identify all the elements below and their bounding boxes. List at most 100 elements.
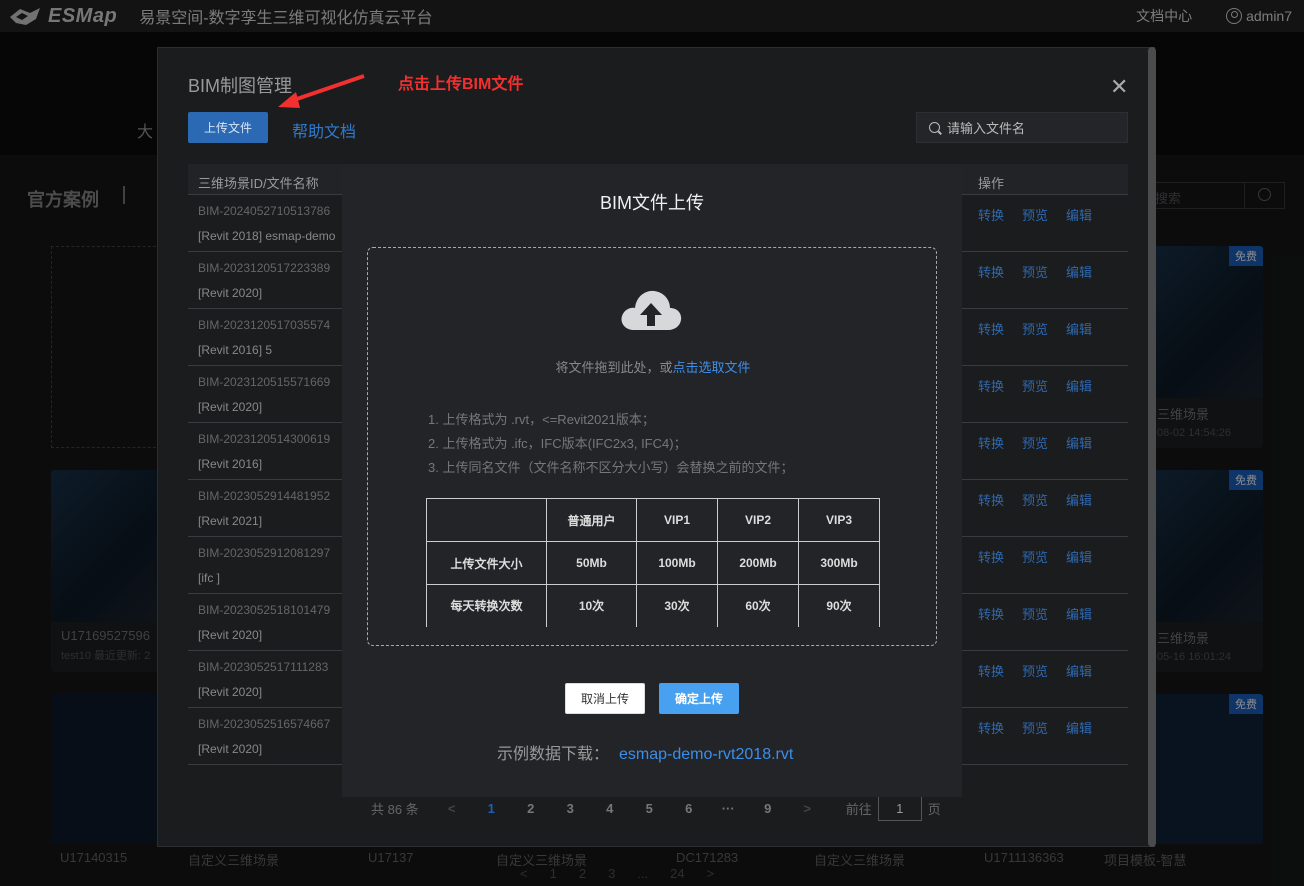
page-button[interactable]: 3 [555,797,585,819]
close-icon[interactable]: ✕ [1110,74,1128,100]
row-id: BIM-2023120515571669 [198,375,331,389]
convert-link[interactable]: 转换 [978,376,1004,395]
quota-table: 普通用户 VIP1 VIP2 VIP3 上传文件大小 50Mb 100Mb 20… [426,498,880,627]
row-ops: 转换 预览 编辑 [978,604,1092,623]
edit-link[interactable]: 编辑 [1066,547,1092,566]
row-id: BIM-2023052912081297 [198,546,331,560]
row-name: [Revit 2020] [198,286,263,300]
quota-row: 每天转换次数 10次 30次 60次 90次 [426,584,880,627]
upload-dialog-title: BIM文件上传 [599,193,704,213]
bim-upload-dialog: BIM文件上传 将文件拖到此处，或点击选取文件 1. 上传格式为 .rvt，<=… [342,167,962,797]
quota-cell [426,498,547,542]
goto-page-input[interactable]: 1 [877,795,922,821]
page-button[interactable]: 6 [674,797,704,819]
edit-link[interactable]: 编辑 [1066,718,1092,737]
preview-link[interactable]: 预览 [1022,661,1048,680]
page-button[interactable]: 4 [595,797,625,819]
row-ops: 转换 预览 编辑 [978,205,1092,224]
cancel-upload-button[interactable]: 取消上传 [565,683,645,714]
convert-link[interactable]: 转换 [978,433,1004,452]
row-id: BIM-2023120517223389 [198,261,331,275]
preview-link[interactable]: 预览 [1022,718,1048,737]
total-count: 共 86 条 [371,801,419,817]
row-ops: 转换 预览 编辑 [978,661,1092,680]
file-search-input[interactable]: 请输入文件名 [916,112,1128,143]
row-ops: 转换 预览 编辑 [978,433,1092,452]
quota-cell: 60次 [717,584,799,627]
preview-link[interactable]: 预览 [1022,604,1048,623]
convert-link[interactable]: 转换 [978,262,1004,281]
row-id: BIM-2023052516574667 [198,717,331,731]
page-button[interactable]: 5 [634,797,664,819]
quota-header-row: 普通用户 VIP1 VIP2 VIP3 [426,498,880,542]
drop-hint: 将文件拖到此处，或 [555,360,673,375]
upload-file-button[interactable]: 上传文件 [188,112,268,143]
row-id: BIM-2023052914481952 [198,489,331,503]
edit-link[interactable]: 编辑 [1066,490,1092,509]
edit-link[interactable]: 编辑 [1066,376,1092,395]
dialog-scrollbar[interactable] [1148,47,1156,847]
upload-rule: 3. 上传同名文件（文件名称不区分大小写）会替换之前的文件； [428,460,794,475]
pagination: 共 86 条 < 1 2 3 4 5 6 ··· 9 > 前往 1 页 [371,795,941,821]
quota-cell: 200Mb [717,541,799,585]
convert-link[interactable]: 转换 [978,490,1004,509]
edit-link[interactable]: 编辑 [1066,661,1092,680]
quota-cell: 普通用户 [546,498,637,542]
row-name: [Revit 2021] [198,514,263,528]
row-id: BIM-2023052518101479 [198,603,331,617]
row-name: [Revit 2020] [198,685,263,699]
pick-file-link[interactable]: 点击选取文件 [673,360,751,375]
help-docs-link[interactable]: 帮助文档 [292,118,356,142]
convert-link[interactable]: 转换 [978,547,1004,566]
page-button[interactable]: 2 [516,797,546,819]
row-name: [ifc ] [198,571,221,585]
row-name: [Revit 2020] [198,628,263,642]
preview-link[interactable]: 预览 [1022,490,1048,509]
convert-link[interactable]: 转换 [978,205,1004,224]
preview-link[interactable]: 预览 [1022,262,1048,281]
quota-cell: 每天转换次数 [426,584,547,627]
next-page-button[interactable]: > [792,797,822,819]
edit-link[interactable]: 编辑 [1066,205,1092,224]
convert-link[interactable]: 转换 [978,718,1004,737]
quota-row: 上传文件大小 50Mb 100Mb 200Mb 300Mb [426,541,880,585]
prev-page-button[interactable]: < [437,797,467,819]
convert-link[interactable]: 转换 [978,661,1004,680]
quota-cell: VIP1 [636,498,718,542]
sample-file-link[interactable]: esmap-demo-rvt2018.rvt [619,746,793,763]
preview-link[interactable]: 预览 [1022,547,1048,566]
quota-cell: 90次 [798,584,880,627]
quota-cell: 300Mb [798,541,880,585]
confirm-upload-button[interactable]: 确定上传 [659,683,739,714]
edit-link[interactable]: 编辑 [1066,433,1092,452]
goto-suffix: 页 [927,801,941,817]
page-button[interactable]: 1 [476,797,506,819]
row-name: [Revit 2020] [198,400,263,414]
convert-link[interactable]: 转换 [978,604,1004,623]
convert-link[interactable]: 转换 [978,319,1004,338]
annotation-note: 点击上传BIM文件 [398,76,524,93]
cloud-upload-icon [621,290,682,330]
row-id: BIM-2023052517111283 [198,660,329,674]
row-id: BIM-2024052710513786 [198,204,331,218]
preview-link[interactable]: 预览 [1022,433,1048,452]
sample-label: 示例数据下载： [497,746,610,763]
page-button[interactable]: 9 [753,797,783,819]
row-name: [Revit 2016] [198,457,263,471]
row-name: [Revit 2016] 5 [198,343,273,357]
quota-cell: 100Mb [636,541,718,585]
quota-cell: 30次 [636,584,718,627]
search-placeholder: 请输入文件名 [947,121,1026,136]
edit-link[interactable]: 编辑 [1066,262,1092,281]
preview-link[interactable]: 预览 [1022,376,1048,395]
file-dropzone[interactable]: 将文件拖到此处，或点击选取文件 1. 上传格式为 .rvt，<=Revit202… [367,247,937,646]
preview-link[interactable]: 预览 [1022,319,1048,338]
page-ellipsis[interactable]: ··· [713,797,743,819]
row-name: [Revit 2020] [198,742,263,756]
quota-cell: VIP2 [717,498,799,542]
row-ops: 转换 预览 编辑 [978,376,1092,395]
edit-link[interactable]: 编辑 [1066,604,1092,623]
preview-link[interactable]: 预览 [1022,205,1048,224]
edit-link[interactable]: 编辑 [1066,319,1092,338]
upload-rule: 1. 上传格式为 .rvt，<=Revit2021版本； [428,412,655,427]
